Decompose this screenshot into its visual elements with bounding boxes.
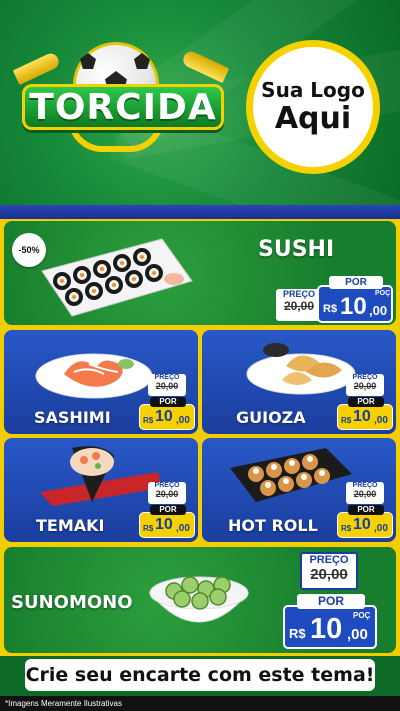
product-card-temaki[interactable]: TEMAKI PREÇO 20,00 POR R$ 10 ,00 [4,438,198,542]
product-card-sunomono[interactable]: SUNOMONO PREÇO 20,00 POR R$ 10 POÇ ,00 [4,547,396,653]
por-label: POR [297,594,365,609]
old-price-box: PREÇO 20,00 [346,374,384,396]
price-decimals: ,00 [347,626,368,643]
old-price: 20,00 [353,489,377,499]
product-card-sashimi[interactable]: SASHIMI PREÇO 20,00 POR R$ 10 ,00 [4,330,198,434]
old-price: 20,00 [155,489,179,499]
por-label: POR [150,505,186,515]
discount-badge: -50% [12,233,46,267]
price-label: PREÇO [282,289,315,299]
price-integer: 10 [155,516,173,533]
price-integer: 10 [310,613,343,645]
price-unit: POÇ [375,290,391,297]
old-price: 20,00 [310,566,348,583]
product-name: HOT ROLL [228,516,318,535]
price-decimals: ,00 [374,523,388,534]
por-label: POR [348,505,384,515]
por-label: POR [150,397,186,407]
price-label: PREÇO [154,482,180,489]
guioza-image [246,343,356,395]
logo-text-line2: Aqui [274,101,352,136]
new-price-box: POR R$ 10 ,00 [337,397,393,430]
price-integer: 10 [353,516,371,533]
sushi-tray-image [41,238,193,317]
currency: R$ [289,626,306,641]
sunomono-image [148,576,250,623]
product-name: GUIOZA [236,408,306,427]
currency: R$ [341,524,352,533]
por-label: POR [348,397,384,407]
old-price-box: PREÇO 20,00 [346,482,384,504]
por-label: POR [329,276,383,289]
hero-banner: TORCIDA Sua Logo Aqui [0,0,400,205]
old-price-box: PREÇO 20,00 [148,374,186,396]
price-label: PREÇO [352,482,378,489]
disclaimer-text: *Imagens Meramente Ilustrativas [0,696,400,711]
price-label: PREÇO [309,554,349,566]
price-label: PREÇO [352,374,378,381]
product-name: SUNOMONO [11,592,133,613]
logo-placeholder: Sua Logo Aqui [246,40,380,174]
old-price-box: PREÇO 20,00 [276,289,322,321]
cta-banner[interactable]: Crie seu encarte com este tema! [25,659,375,691]
brand-banner: TORCIDA [22,84,224,130]
old-price: 20,00 [155,381,179,391]
price-decimals: ,00 [374,415,388,426]
price-decimals: ,00 [369,303,388,318]
price-integer: 10 [340,293,367,320]
currency: R$ [143,524,154,533]
product-card-sushi[interactable]: -50% SUSHI PREÇO 20,00 POR R$ 10 POÇ ,00 [4,221,396,325]
product-card-guioza[interactable]: GUIOZA PREÇO 20,00 POR R$ 10 ,00 [202,330,396,434]
sashimi-image [35,353,153,399]
currency: R$ [323,303,338,315]
product-name: SUSHI [258,237,335,262]
price-unit: POÇ [353,611,371,620]
new-price-box: POR R$ 10 ,00 [139,397,195,430]
logo-text-line1: Sua Logo [261,78,365,102]
product-name: SASHIMI [34,408,111,427]
old-price-box: PREÇO 20,00 [300,552,358,590]
price-integer: 10 [155,408,173,425]
product-card-hot-roll[interactable]: HOT ROLL PREÇO 20,00 POR R$ 10 ,00 [202,438,396,542]
old-price-box: PREÇO 20,00 [148,482,186,504]
product-name: TEMAKI [36,516,105,535]
brand-title: TORCIDA [29,86,217,128]
new-price-box: POR R$ 10 ,00 [337,505,393,538]
old-price: 20,00 [283,299,315,313]
currency: R$ [143,416,154,425]
vuvuzela-icon [12,51,62,85]
price-decimals: ,00 [176,415,190,426]
new-price-box: POR R$ 10 POÇ ,00 [283,594,377,649]
hot-roll-image [230,448,352,502]
divider-stripe [0,205,400,219]
old-price: 20,00 [353,381,377,391]
price-decimals: ,00 [176,523,190,534]
price-label: PREÇO [154,374,180,381]
currency: R$ [341,416,352,425]
new-price-box: POR R$ 10 POÇ ,00 [317,276,393,323]
new-price-box: POR R$ 10 ,00 [139,505,195,538]
price-integer: 10 [353,408,371,425]
